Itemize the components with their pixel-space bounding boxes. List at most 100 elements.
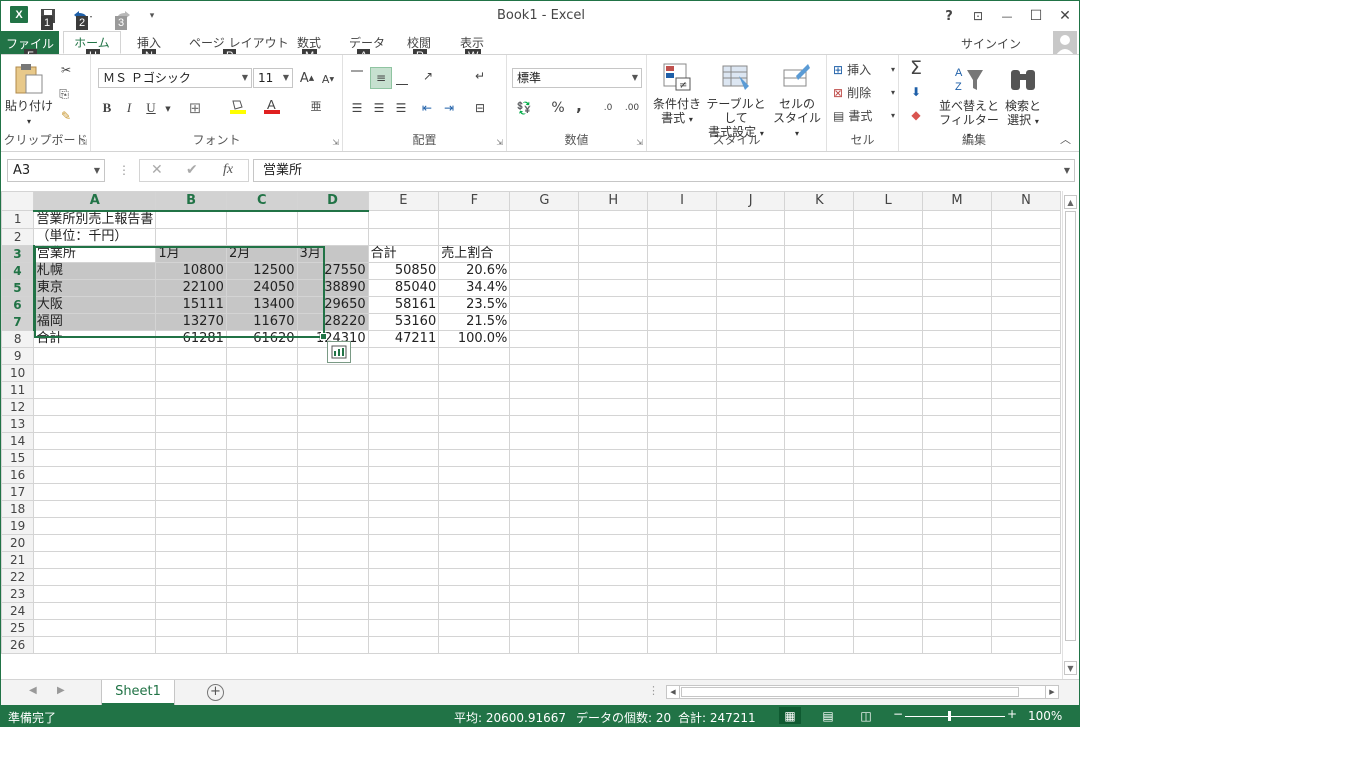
cell[interactable] — [715, 295, 786, 314]
column-header[interactable]: A — [33, 191, 157, 212]
align-bottom-icon[interactable]: ⎽ — [393, 69, 411, 87]
clear-icon[interactable]: ◆ — [907, 106, 925, 124]
column-header[interactable]: N — [991, 191, 1061, 211]
cell[interactable] — [991, 448, 1061, 467]
cell[interactable] — [922, 499, 993, 518]
find-select-button[interactable]: 検索と 選択 ▾ — [1001, 63, 1045, 129]
autosum-icon[interactable]: Σ — [907, 57, 925, 79]
cell[interactable] — [715, 516, 786, 535]
cell[interactable] — [578, 244, 649, 263]
cell[interactable] — [853, 465, 924, 484]
row-header[interactable]: 10 — [1, 363, 35, 382]
cell[interactable] — [438, 414, 511, 433]
cell[interactable] — [647, 329, 717, 348]
cell[interactable] — [33, 380, 157, 399]
format-as-table-button[interactable]: テーブルとして 書式設定 ▾ — [703, 61, 769, 141]
cell[interactable] — [578, 618, 649, 637]
cell[interactable]: 12500 — [225, 261, 298, 280]
alignment-launcher-icon[interactable]: ⇲ — [496, 138, 503, 147]
cell[interactable] — [991, 601, 1061, 620]
cell[interactable] — [578, 516, 649, 535]
decrease-indent-icon[interactable]: ⇤ — [418, 99, 436, 117]
cell[interactable]: 29650 — [296, 295, 369, 314]
row-header[interactable]: 26 — [1, 635, 35, 654]
cell[interactable] — [509, 567, 580, 586]
row-header[interactable]: 6 — [1, 295, 35, 314]
increase-font-icon[interactable]: A ▲ — [298, 69, 316, 87]
cell[interactable] — [853, 278, 924, 297]
cell[interactable] — [647, 363, 717, 382]
insert-cells-button[interactable]: ⊞ 挿入 ▾ — [833, 61, 895, 78]
align-center-icon[interactable]: ☰ — [370, 99, 388, 117]
cell[interactable] — [155, 499, 227, 518]
cell[interactable] — [225, 346, 298, 365]
cell[interactable] — [155, 567, 227, 586]
cell[interactable] — [647, 312, 717, 331]
cell[interactable] — [225, 618, 298, 637]
cell[interactable] — [853, 380, 924, 399]
cell[interactable] — [155, 584, 227, 603]
cell[interactable] — [991, 380, 1061, 399]
cell[interactable] — [509, 363, 580, 382]
cell[interactable] — [225, 227, 298, 246]
paste-button[interactable]: 貼り付け ▾ — [5, 63, 53, 129]
cell[interactable] — [509, 312, 580, 331]
row-header[interactable]: 13 — [1, 414, 35, 433]
cell[interactable] — [438, 210, 511, 229]
cell[interactable] — [715, 448, 786, 467]
cell[interactable] — [922, 567, 993, 586]
tab-page-layout[interactable]: ページ レイアウト — [189, 34, 289, 51]
cell[interactable] — [991, 295, 1061, 314]
scroll-right-icon[interactable]: ▶ — [1045, 686, 1058, 698]
cell[interactable] — [509, 261, 580, 280]
cell[interactable] — [715, 227, 786, 246]
status-average[interactable]: 平均: 20600.91667 — [454, 709, 566, 726]
cell[interactable] — [578, 397, 649, 416]
cell[interactable] — [225, 380, 298, 399]
currency-icon[interactable]: 💱 — [515, 99, 533, 117]
cell[interactable] — [438, 601, 511, 620]
cell[interactable] — [991, 533, 1061, 552]
cell[interactable] — [225, 601, 298, 620]
column-header[interactable]: B — [155, 191, 227, 212]
cell[interactable] — [853, 346, 924, 365]
cell[interactable] — [155, 601, 227, 620]
cell[interactable] — [367, 363, 440, 382]
cell[interactable] — [367, 499, 440, 518]
cell[interactable] — [509, 414, 580, 433]
cell[interactable] — [367, 533, 440, 552]
cell[interactable] — [509, 397, 580, 416]
cell[interactable]: 2月 — [225, 244, 298, 263]
zoom-in-icon[interactable]: + — [1007, 707, 1017, 721]
cell[interactable] — [225, 431, 298, 450]
column-header[interactable]: H — [578, 191, 649, 211]
insert-function-icon[interactable]: fx — [223, 162, 233, 178]
name-box[interactable]: A3 ▼ — [7, 159, 105, 182]
minimize-button[interactable]: — — [995, 6, 1019, 26]
align-left-icon[interactable]: ☰ — [348, 99, 366, 117]
cell[interactable] — [991, 618, 1061, 637]
cell[interactable] — [853, 227, 924, 246]
cell[interactable] — [296, 465, 369, 484]
cell[interactable] — [991, 414, 1061, 433]
cell[interactable] — [578, 567, 649, 586]
cell[interactable] — [367, 567, 440, 586]
cell[interactable] — [647, 380, 717, 399]
cell[interactable] — [991, 550, 1061, 569]
cell[interactable] — [991, 329, 1061, 348]
cell[interactable] — [853, 601, 924, 620]
customize-qat-icon[interactable]: ▾ — [145, 6, 159, 26]
cell[interactable] — [784, 499, 855, 518]
cell[interactable] — [155, 397, 227, 416]
vertical-scroll-thumb[interactable] — [1065, 211, 1076, 641]
cell[interactable] — [438, 516, 511, 535]
cell[interactable]: 53160 — [367, 312, 440, 331]
help-button[interactable]: ? — [937, 6, 961, 26]
cell[interactable] — [784, 397, 855, 416]
cell[interactable] — [296, 414, 369, 433]
cell[interactable] — [33, 448, 157, 467]
cell[interactable] — [991, 516, 1061, 535]
row-header[interactable]: 11 — [1, 380, 35, 399]
column-header[interactable]: D — [296, 191, 369, 212]
cell[interactable] — [922, 312, 993, 331]
